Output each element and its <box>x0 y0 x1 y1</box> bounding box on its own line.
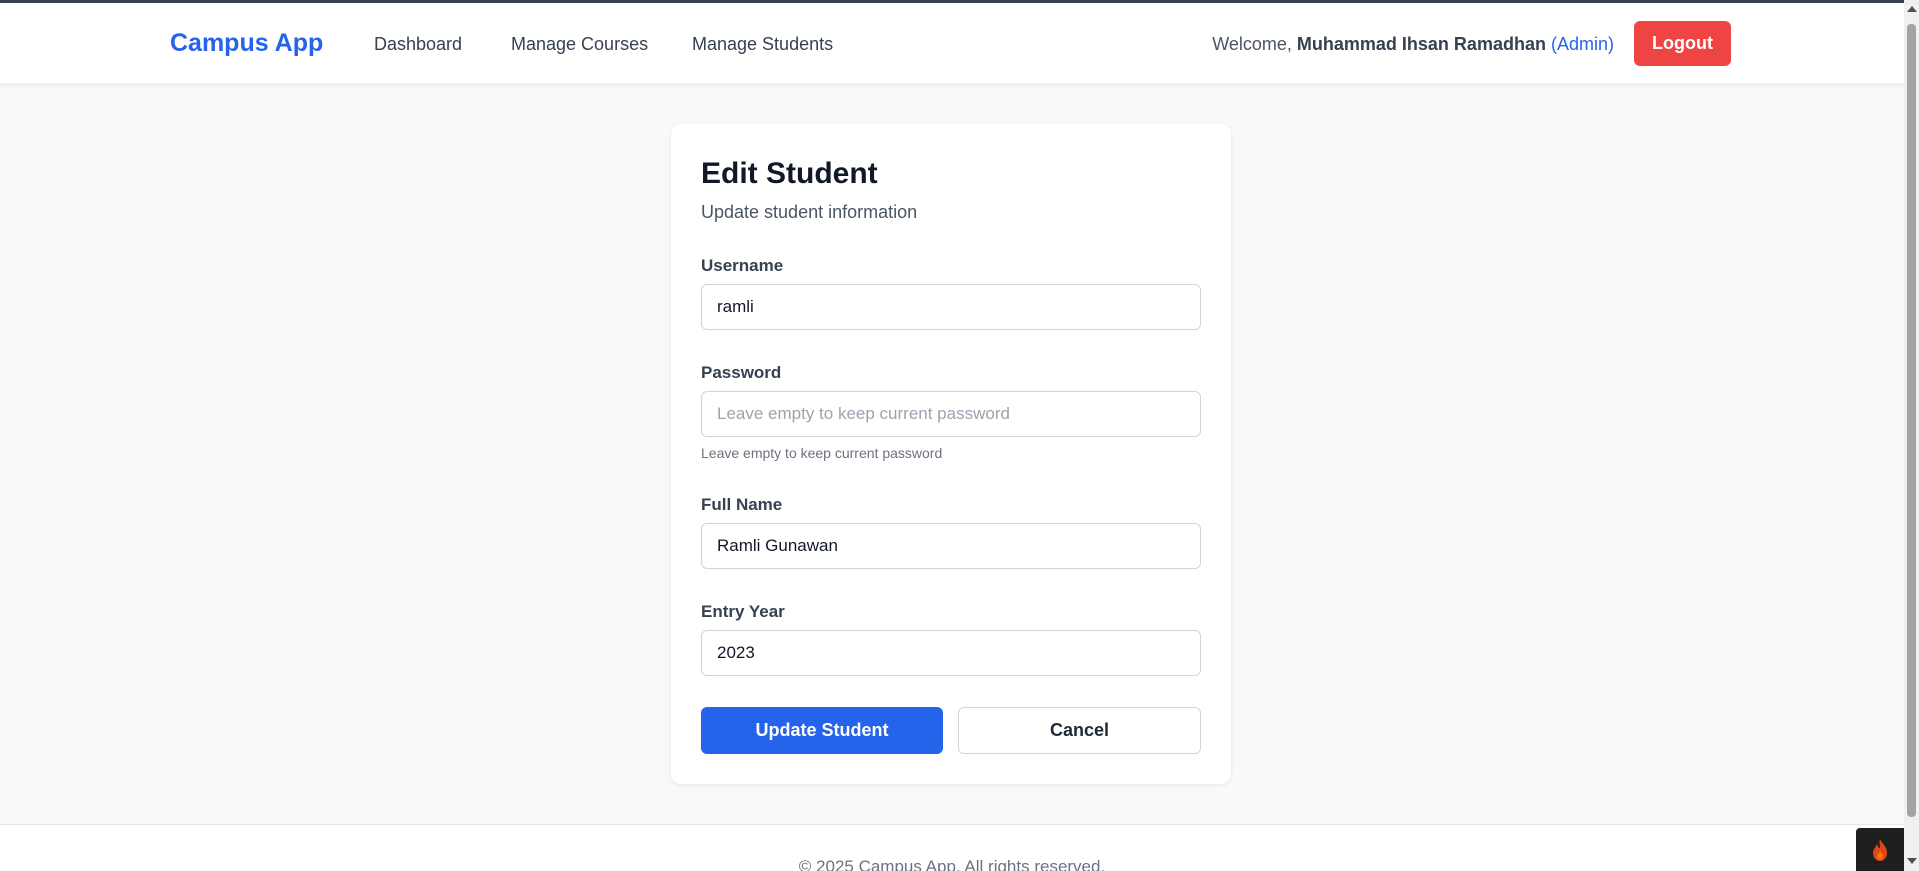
flame-icon <box>1873 839 1887 861</box>
entry-year-input[interactable] <box>701 630 1201 676</box>
nav-link-manage-courses[interactable]: Manage Courses <box>511 34 648 55</box>
user-name: Muhammad Ihsan Ramadhan <box>1296 34 1546 54</box>
scroll-down-arrow-icon[interactable] <box>1907 858 1917 864</box>
cancel-button[interactable]: Cancel <box>958 707 1201 754</box>
password-label: Password <box>701 363 782 382</box>
password-hint: Leave empty to keep current password <box>701 445 943 461</box>
scrollbar-thumb[interactable] <box>1907 24 1916 817</box>
nav-link-manage-students[interactable]: Manage Students <box>692 34 833 55</box>
welcome-prefix: Welcome, <box>1212 34 1292 54</box>
welcome-message: Welcome, Muhammad Ihsan Ramadhan (Admin) <box>1212 34 1614 55</box>
role-close-paren: ) <box>1608 34 1614 54</box>
scroll-up-arrow-icon[interactable] <box>1907 6 1917 12</box>
vertical-scrollbar[interactable] <box>1904 0 1919 871</box>
logout-button[interactable]: Logout <box>1634 21 1731 66</box>
password-input[interactable] <box>701 391 1201 437</box>
entry-year-label: Entry Year <box>701 602 785 621</box>
brand-logo-link[interactable]: Campus App <box>170 29 323 58</box>
user-role: Admin <box>1556 34 1608 54</box>
footer-copyright: © 2025 Campus App. All rights reserved. <box>798 857 1106 871</box>
top-navbar: Campus App Dashboard Manage Courses Mana… <box>0 3 1904 83</box>
page-footer: © 2025 Campus App. All rights reserved. <box>0 824 1904 871</box>
page-subtitle: Update student information <box>701 202 918 222</box>
full-name-label: Full Name <box>701 495 783 514</box>
update-student-button[interactable]: Update Student <box>701 707 943 754</box>
username-label: Username <box>701 256 784 275</box>
edit-student-card: Edit Student Update student information … <box>671 124 1231 784</box>
page-title: Edit Student <box>701 157 878 190</box>
nav-link-dashboard[interactable]: Dashboard <box>374 34 462 55</box>
debug-toolbar-toggle[interactable] <box>1856 828 1904 871</box>
full-name-input[interactable] <box>701 523 1201 569</box>
username-input[interactable] <box>701 284 1201 330</box>
